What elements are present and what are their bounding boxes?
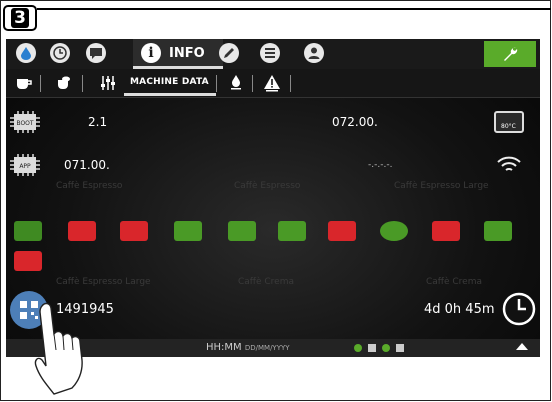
header-rule	[37, 8, 551, 10]
main-tab-bar: i INFO	[6, 39, 540, 69]
clock-display: HH:MM DD/MM/YYYY	[206, 342, 290, 353]
status-cloud-icon	[278, 221, 306, 241]
app-code: -.-.-.-.	[368, 160, 393, 170]
app-version: 071.00.	[64, 158, 110, 172]
temperature-icon: 80°C	[494, 111, 524, 133]
status-milk-icon	[14, 221, 42, 241]
divider	[290, 75, 291, 92]
status-user-alert-icon	[14, 251, 42, 271]
divider	[82, 75, 83, 92]
chip-app-icon: APP	[10, 154, 40, 176]
sub-tab-bar: MACHINE DATA	[6, 69, 540, 98]
water-drop-icon[interactable]	[16, 43, 36, 63]
info-icon: i	[141, 43, 161, 63]
step-badge: 3	[3, 5, 37, 31]
svg-text:APP: APP	[19, 163, 31, 170]
chat-icon[interactable]	[86, 43, 106, 63]
date-format: DD/MM/YYYY	[244, 344, 290, 352]
ghost-label: Caffè Crema	[238, 277, 295, 287]
timer-icon	[502, 292, 536, 330]
time-format: HH:MM	[206, 342, 242, 353]
sliders-icon[interactable]	[98, 73, 118, 93]
svg-text:BOOT: BOOT	[16, 120, 33, 127]
temperature-label: 80°C	[501, 123, 516, 130]
pointing-hand-icon	[28, 300, 108, 398]
status-gear-icon	[380, 221, 408, 241]
list-icon[interactable]	[260, 43, 280, 63]
ghost-label: Caffè Espresso Large	[56, 277, 151, 287]
pencil-icon[interactable]	[219, 43, 239, 63]
wifi-status-icon	[354, 344, 362, 352]
divider	[216, 75, 217, 92]
drop-gauge-icon[interactable]	[226, 73, 246, 93]
status-bottles-icon	[174, 221, 202, 241]
boot-version: 2.1	[88, 115, 108, 129]
wrench-icon	[504, 47, 518, 61]
usb-icon	[396, 344, 404, 352]
status-hq-icon	[68, 221, 96, 241]
step-number: 3	[11, 8, 29, 28]
uptime-value: 4d 0h 45m	[424, 302, 495, 317]
tab-indicator	[124, 93, 216, 96]
divider	[40, 75, 41, 92]
connection-icon	[382, 344, 390, 352]
status-power-icon	[432, 221, 460, 241]
divider	[252, 75, 253, 92]
tab-info[interactable]: i INFO	[133, 39, 223, 69]
wrench-button[interactable]	[484, 41, 536, 67]
status-filter-icon	[228, 221, 256, 241]
tab-info-label: INFO	[169, 46, 205, 61]
wifi-icon	[496, 154, 522, 178]
cup-icon[interactable]	[14, 73, 34, 93]
boot-code: 072.00.	[332, 115, 378, 129]
ghost-label: Caffè Crema	[426, 277, 483, 287]
chip-boot-icon: BOOT	[10, 111, 40, 133]
speaker-icon	[368, 344, 376, 352]
status-cup-icon	[484, 221, 512, 241]
ghost-label: Caffè Espresso	[56, 181, 123, 191]
ghost-label: Caffè Espresso	[234, 181, 301, 191]
status-boiler-icon	[328, 221, 356, 241]
warning-icon[interactable]	[262, 73, 282, 93]
user-icon[interactable]	[304, 43, 324, 63]
coffee-bean-icon[interactable]	[54, 73, 74, 93]
expand-up-icon[interactable]	[516, 343, 528, 350]
tab-machine-data-label: MACHINE DATA	[130, 77, 209, 87]
clock-icon[interactable]	[50, 43, 70, 63]
status-battery-icon	[120, 221, 148, 241]
ghost-label: Caffè Espresso Large	[394, 181, 489, 191]
